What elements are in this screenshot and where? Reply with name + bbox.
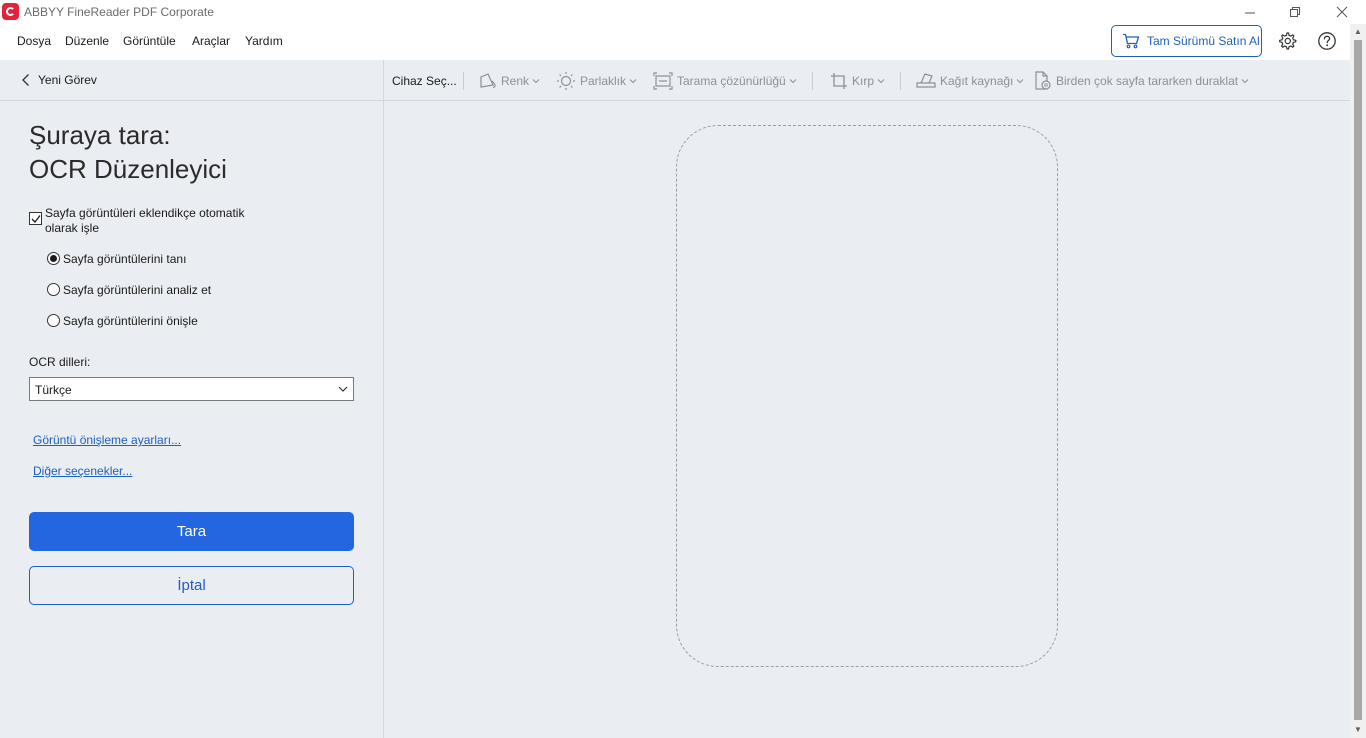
scan-toolbar: Cihaz Seç... Renk Parlaklık Tarama çözün…: [384, 60, 1350, 101]
chevron-left-icon: [22, 74, 29, 86]
window-title: ABBYY FineReader PDF Corporate: [24, 5, 214, 19]
multipage-pause-icon: [1035, 70, 1051, 90]
pause-multipage-label: Birden çok sayfa tararken duraklat: [1056, 73, 1239, 88]
ocr-language-value: Türkçe: [35, 383, 72, 397]
radio-preprocess[interactable]: [47, 314, 60, 327]
brightness-label: Parlaklık: [580, 73, 627, 88]
scroll-down-arrow[interactable]: ▼: [1354, 726, 1362, 734]
menu-help[interactable]: Yardım: [245, 34, 283, 48]
resolution-dropdown[interactable]: Tarama çözünürlüğü: [653, 60, 801, 101]
minimize-icon: [1245, 12, 1255, 13]
help-button[interactable]: [1317, 31, 1337, 51]
scroll-thumb[interactable]: [1354, 40, 1362, 720]
brightness-sun-icon: [557, 71, 575, 90]
ocr-languages-label: OCR dilleri:: [29, 355, 91, 369]
back-to-new-task[interactable]: Yeni Görev: [0, 60, 383, 101]
color-drop-icon: [480, 72, 496, 88]
paper-source-label: Kağıt kaynağı: [940, 73, 1014, 88]
radio-preprocess-label: Sayfa görüntülerini önişle: [63, 314, 198, 328]
radio-recognize[interactable]: [47, 252, 60, 265]
chevron-down-icon: [789, 78, 797, 83]
preprocess-settings-link[interactable]: Görüntü önişleme ayarları...: [33, 433, 181, 447]
cart-icon: [1123, 33, 1140, 49]
app-logo-icon: [2, 3, 19, 20]
chevron-down-icon: [1241, 78, 1249, 83]
chevron-down-icon: [629, 78, 637, 83]
menu-edit[interactable]: Düzenle: [65, 34, 109, 48]
chevron-down-icon: [1017, 78, 1024, 83]
help-icon: [1318, 32, 1336, 50]
vertical-scrollbar[interactable]: ▲ ▼: [1350, 24, 1366, 738]
color-label: Renk: [501, 73, 530, 88]
scan-page-placeholder: [676, 125, 1058, 667]
ocr-language-select[interactable]: Türkçe: [29, 377, 354, 401]
toolbar-divider: [463, 72, 464, 90]
checkmark-icon: [31, 215, 41, 223]
scan-options-panel: Yeni Görev Şuraya tara: OCR Düzenleyici …: [0, 60, 384, 738]
chevron-down-icon: [532, 78, 540, 83]
crop-dropdown[interactable]: Kırp: [830, 60, 889, 101]
back-label: Yeni Görev: [38, 73, 97, 87]
radio-analyze-label: Sayfa görüntülerini analiz et: [63, 283, 212, 297]
select-device-button[interactable]: Cihaz Seç...: [392, 60, 457, 101]
settings-button[interactable]: [1277, 31, 1297, 51]
crop-icon: [831, 72, 847, 89]
paper-tray-icon: [916, 72, 936, 88]
menu-tools[interactable]: Araçlar: [192, 34, 230, 48]
scroll-up-arrow[interactable]: ▲: [1354, 28, 1362, 36]
resolution-icon: [653, 71, 673, 90]
close-button[interactable]: [1319, 0, 1364, 24]
radio-analyze[interactable]: [47, 283, 60, 296]
buy-full-version-button[interactable]: Tam Sürümü Satın Al: [1111, 25, 1262, 57]
chevron-down-icon: [877, 78, 885, 83]
scan-preview-area: Cihaz Seç... Renk Parlaklık Tarama çözün…: [384, 60, 1350, 738]
brightness-dropdown[interactable]: Parlaklık: [556, 60, 641, 101]
paper-source-dropdown[interactable]: Kağıt kaynağı: [916, 60, 1028, 101]
auto-process-checkbox[interactable]: [29, 212, 42, 225]
auto-process-label: Sayfa görüntüleri eklendikçe otomatik ol…: [45, 206, 245, 235]
minimize-button[interactable]: [1228, 0, 1273, 24]
pause-multipage-dropdown[interactable]: Birden çok sayfa tararken duraklat: [1034, 60, 1253, 101]
color-dropdown[interactable]: Renk: [479, 60, 544, 101]
crop-label: Kırp: [852, 73, 875, 88]
title-line-1: Şuraya tara:: [29, 120, 171, 150]
cancel-button[interactable]: İptal: [29, 566, 354, 605]
chevron-down-icon: [338, 386, 348, 392]
select-device-label: Cihaz Seç...: [392, 73, 457, 88]
restore-button[interactable]: [1273, 0, 1318, 24]
resolution-label: Tarama çözünürlüğü: [677, 73, 786, 88]
buy-button-label: Tam Sürümü Satın Al: [1147, 34, 1260, 48]
radio-recognize-label: Sayfa görüntülerini tanı: [63, 252, 187, 266]
gear-icon: [1279, 32, 1297, 50]
toolbar-divider: [812, 72, 813, 90]
menu-file[interactable]: Dosya: [17, 34, 51, 48]
page-title: Şuraya tara: OCR Düzenleyici: [29, 118, 227, 186]
title-line-2: OCR Düzenleyici: [29, 154, 227, 184]
scan-button[interactable]: Tara: [29, 512, 354, 551]
more-options-link[interactable]: Diğer seçenekler...: [33, 464, 132, 478]
toolbar-divider: [900, 72, 901, 90]
title-bar: ABBYY FineReader PDF Corporate: [0, 0, 1366, 24]
restore-icon: [1290, 6, 1300, 17]
menu-view[interactable]: Görüntüle: [123, 34, 176, 48]
close-icon: [1336, 6, 1347, 18]
